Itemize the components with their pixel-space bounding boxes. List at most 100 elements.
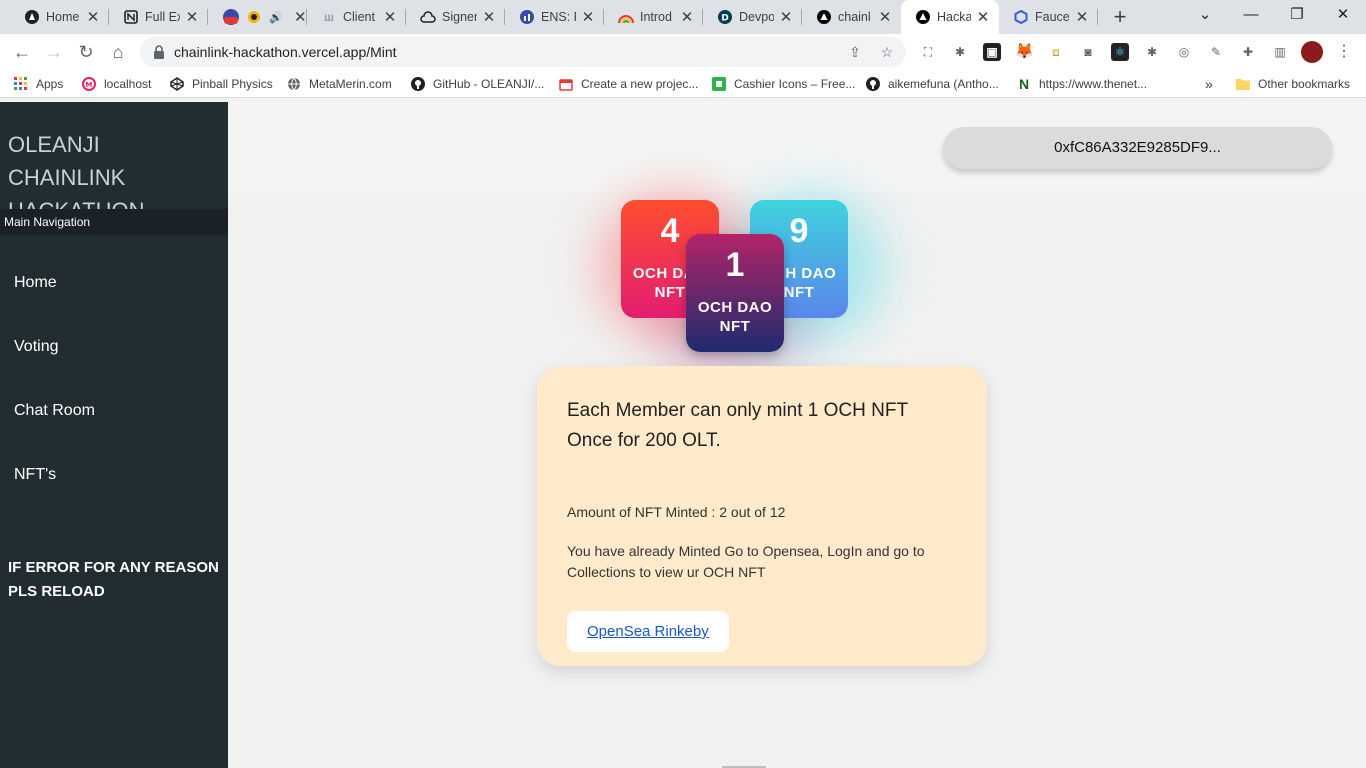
- back-icon[interactable]: ←: [8, 38, 36, 66]
- close-icon[interactable]: ✕: [481, 8, 497, 26]
- forward-icon[interactable]: →: [40, 38, 68, 66]
- lock-icon[interactable]: [152, 44, 168, 60]
- minimize-button[interactable]: —: [1228, 0, 1274, 30]
- other-bookmarks[interactable]: Other bookmarks: [1236, 74, 1350, 94]
- address-bar[interactable]: chainlink-hackathon.vercel.app/Mint ⇪ ☆: [140, 37, 906, 67]
- tab-10[interactable]: Faucet ✕: [999, 0, 1098, 34]
- bookmark-label: Cashier Icons – Free...: [734, 77, 856, 91]
- tab-8[interactable]: chainl ✕: [802, 0, 901, 34]
- tab-label: Signer: [442, 10, 477, 24]
- tab-label: Home: [46, 10, 80, 24]
- bookmark-label: localhost: [104, 77, 152, 91]
- localhost-icon: M: [82, 77, 96, 91]
- metamask-icon[interactable]: 🦊: [1015, 43, 1034, 61]
- page: OLEANJI CHAINLINK HACKATHON Main Navigat…: [0, 102, 1366, 768]
- profile-avatar[interactable]: [1301, 41, 1323, 63]
- new-tab-button[interactable]: +: [1106, 3, 1134, 31]
- side-panel-icon[interactable]: ▥: [1271, 43, 1289, 61]
- close-icon[interactable]: ✕: [1074, 8, 1090, 26]
- menu-dots-icon[interactable]: ⋮: [1335, 43, 1353, 61]
- screenshot-icon[interactable]: ⛶: [919, 43, 937, 61]
- compass-icon[interactable]: ◎: [1175, 43, 1193, 61]
- bookmark-cashier-icons[interactable]: Cashier Icons – Free...: [712, 74, 855, 94]
- github-icon: [411, 77, 425, 91]
- bookmark-github-oleanji[interactable]: GitHub - OLEANJI/...: [411, 74, 544, 94]
- reload-icon[interactable]: ↻: [72, 38, 100, 66]
- eyedropper-icon[interactable]: ✎: [1207, 43, 1225, 61]
- extension-icon[interactable]: ⧈: [1047, 43, 1065, 61]
- url-text: chainlink-hackathon.vercel.app/Mint: [174, 44, 397, 60]
- bookmark-localhost[interactable]: M localhost: [82, 74, 151, 94]
- nft-label-line2: NFT: [719, 318, 751, 335]
- close-icon[interactable]: ✕: [975, 8, 991, 26]
- bookmark-pinball-physics[interactable]: Pinball Physics: [170, 74, 273, 94]
- sidebar-item-voting[interactable]: Voting: [14, 338, 58, 356]
- tab-0[interactable]: Home ✕: [10, 0, 109, 34]
- restore-button[interactable]: ❐: [1274, 0, 1320, 30]
- mint-heading: Each Member can only mint 1 OCH NFT Once…: [567, 400, 908, 451]
- close-icon[interactable]: ✕: [184, 8, 200, 26]
- close-icon[interactable]: ✕: [294, 8, 307, 26]
- webflow-icon: ш: [323, 10, 334, 24]
- svg-text:D: D: [721, 14, 728, 24]
- speaker-icon: 🔊: [269, 11, 283, 24]
- bookmark-aikemefuna[interactable]: aikemefuna (Antho...: [866, 74, 999, 94]
- sidebar-item-home[interactable]: Home: [14, 274, 57, 292]
- bug-icon[interactable]: ✱: [1143, 43, 1161, 61]
- bookmark-metamerin[interactable]: MetaMerin.com: [287, 74, 392, 94]
- star-bookmark-icon[interactable]: ☆: [878, 43, 896, 61]
- tab-search-icon[interactable]: ⌄: [1182, 0, 1228, 30]
- bookmark-label: Apps: [36, 77, 64, 91]
- tab-5[interactable]: ENS: R ✕: [505, 0, 604, 34]
- bookmark-label: Other bookmarks: [1258, 77, 1351, 91]
- bookmark-new-project[interactable]: Create a new projec...: [559, 74, 698, 94]
- bug-extension-icon[interactable]: ✱: [951, 43, 969, 61]
- puzzle-extensions-icon[interactable]: ✚: [1239, 43, 1257, 61]
- close-icon[interactable]: ✕: [382, 8, 398, 26]
- home-icon[interactable]: ⌂: [104, 38, 132, 66]
- github-icon: [866, 77, 880, 91]
- sidebar-item-chat-room[interactable]: Chat Room: [14, 402, 95, 420]
- coin-icon: [246, 9, 262, 25]
- circle-a-icon: [24, 9, 40, 25]
- tab-label: Hacka: [937, 10, 971, 24]
- already-minted-note: You have already Minted Go to Opensea, L…: [567, 543, 925, 580]
- nft-card-1[interactable]: 1 OCH DAO NFT: [686, 234, 784, 352]
- globe-icon: [287, 77, 301, 91]
- sidebar-item-nfts[interactable]: NFT's: [14, 466, 56, 484]
- close-icon[interactable]: ✕: [877, 8, 893, 26]
- react-devtools-icon[interactable]: ⚛: [1111, 43, 1129, 61]
- sidebar: OLEANJI CHAINLINK HACKATHON Main Navigat…: [0, 102, 228, 768]
- opensea-rinkeby-button[interactable]: OpenSea Rinkeby: [567, 611, 729, 652]
- tab-9-active[interactable]: Hacka ✕: [901, 0, 999, 34]
- tab-label: ENS: R: [541, 10, 576, 24]
- bookmark-label: Pinball Physics: [192, 77, 273, 91]
- tab-2[interactable]: 🔊 ✕: [208, 0, 307, 34]
- minted-count: Amount of NFT Minted : 2 out of 12: [567, 504, 786, 520]
- bookmark-thenet[interactable]: N https://www.thenet...: [1017, 74, 1147, 94]
- svg-text:M: M: [86, 81, 93, 89]
- project-icon: [559, 77, 573, 91]
- close-window-button[interactable]: ✕: [1320, 0, 1366, 30]
- close-icon[interactable]: ✕: [85, 8, 101, 26]
- tab-label: Devpo: [739, 10, 774, 24]
- tab-1[interactable]: Full Ex ✕: [109, 0, 208, 34]
- icons-site-icon: [712, 77, 726, 91]
- close-icon[interactable]: ✕: [580, 8, 596, 26]
- tab-7[interactable]: D Devpo ✕: [703, 0, 802, 34]
- bookmark-apps[interactable]: Apps: [14, 74, 63, 94]
- share-icon[interactable]: ⇪: [846, 43, 864, 61]
- wallet-address-button[interactable]: 0xfC86A332E9285DF9...: [943, 127, 1332, 169]
- wallet-extension-icon[interactable]: ▣: [983, 43, 1001, 61]
- tab-4[interactable]: Signer ✕: [406, 0, 505, 34]
- tab-label: Full Ex: [145, 10, 180, 24]
- camera-icon[interactable]: ◙: [1079, 43, 1097, 61]
- close-icon[interactable]: ✕: [778, 8, 794, 26]
- browser-toolbar: ← → ↻ ⌂ chainlink-hackathon.vercel.app/M…: [0, 34, 1366, 70]
- tab-6[interactable]: Introd ✕: [604, 0, 703, 34]
- bookmarks-overflow-button[interactable]: »: [1205, 74, 1213, 94]
- bookmark-label: GitHub - OLEANJI/...: [433, 77, 545, 91]
- tab-3[interactable]: ш Client ✕: [307, 0, 406, 34]
- nft-label-line1: OCH DAO: [697, 299, 773, 316]
- close-icon[interactable]: ✕: [679, 8, 695, 26]
